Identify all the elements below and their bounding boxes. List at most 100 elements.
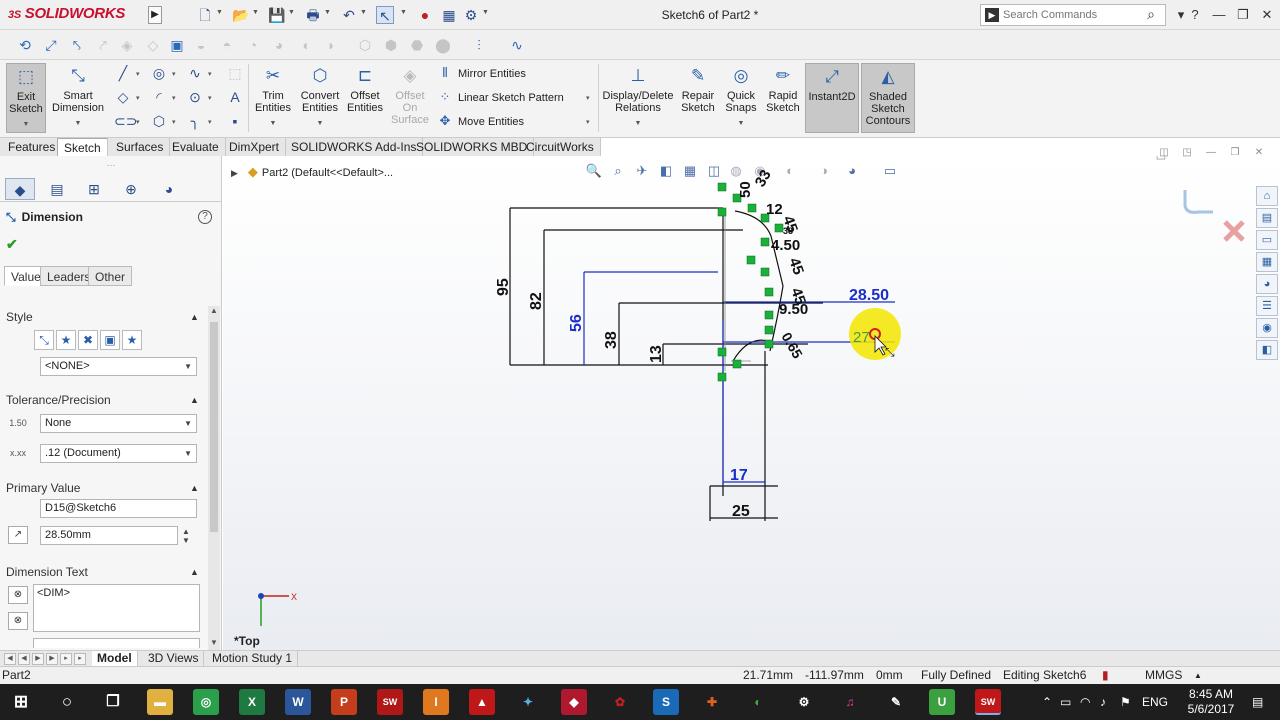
spline-dropdown-icon[interactable]: ▾ bbox=[208, 70, 212, 78]
rebuild-status-icon[interactable]: ▮ bbox=[1102, 667, 1109, 684]
smart-dimension-button[interactable]: ⤡ Smart Dimension ▼ bbox=[50, 63, 106, 133]
value-spinner-icon[interactable]: ▲ ▼ bbox=[182, 527, 190, 545]
sketch-tool-4-icon[interactable]: ⤤ bbox=[94, 36, 112, 54]
sketch-canvas[interactable]: 95 82 56 38 13 17 25 28.50 33 50 12 45 3… bbox=[223, 156, 1280, 650]
line-dropdown-icon[interactable]: ▾ bbox=[136, 70, 140, 78]
itunes-taskbar-icon[interactable]: ♫ bbox=[837, 689, 863, 715]
app-red-taskbar-icon[interactable]: ◆ bbox=[561, 689, 587, 715]
instant2d-button[interactable]: ⤢ Instant2D bbox=[805, 63, 859, 133]
sketch-tool-12-icon[interactable]: ◖ bbox=[296, 36, 314, 54]
viewport-close-icon[interactable]: ✕ bbox=[1250, 144, 1268, 162]
sketch-icon[interactable]: ⟲ bbox=[16, 36, 34, 54]
circle-icon[interactable]: ◎ bbox=[150, 64, 168, 82]
skype-taskbar-icon[interactable]: S bbox=[653, 689, 679, 715]
tab-other[interactable]: Other bbox=[88, 266, 133, 286]
quick-snaps-button[interactable]: ◎ Quick Snaps ▼ bbox=[722, 63, 760, 133]
new-dropdown-icon[interactable]: ▼ bbox=[216, 9, 223, 16]
style-collapse-icon[interactable]: ▲ bbox=[190, 312, 199, 322]
undo-dropdown-icon[interactable]: ▼ bbox=[360, 9, 367, 16]
precision-select[interactable]: .12 (Document) ▼ bbox=[40, 444, 197, 463]
tab-features[interactable]: Features bbox=[2, 138, 63, 156]
network-icon[interactable]: ▭ bbox=[1060, 695, 1071, 709]
app-i-taskbar-icon[interactable]: I bbox=[423, 689, 449, 715]
solidworks-resources-icon[interactable]: ⌂ bbox=[1256, 186, 1278, 206]
exit-sketch-button[interactable]: ⬚ Exit Sketch ▼ bbox=[6, 63, 46, 133]
point-icon[interactable]: ▪ bbox=[226, 112, 244, 130]
offset-on-surface-button[interactable]: ◈ Offset On Surface bbox=[390, 63, 430, 133]
forum-icon[interactable]: ◉ bbox=[1256, 318, 1278, 338]
shaded-sketch-contours-button[interactable]: ◭ Shaded Sketch Contours bbox=[861, 63, 915, 133]
save-dropdown-icon[interactable]: ▼ bbox=[288, 9, 295, 16]
tab-next-icon[interactable]: ▶ bbox=[32, 653, 44, 665]
select-cursor-icon[interactable]: ↖ bbox=[376, 6, 394, 24]
units-dropdown-icon[interactable]: ▲ bbox=[1194, 667, 1202, 684]
panel-grip[interactable]: ⋯ bbox=[0, 156, 222, 174]
app-u-taskbar-icon[interactable]: U bbox=[929, 689, 955, 715]
new-document-icon[interactable]: 🗋 bbox=[196, 6, 214, 24]
sketch-tool-18-icon[interactable]: ⫶ bbox=[470, 36, 488, 54]
save-style-icon[interactable]: ▣ bbox=[100, 330, 120, 350]
open-icon[interactable]: 📂 bbox=[232, 6, 250, 24]
viewport-tile2-icon[interactable]: ◳ bbox=[1178, 144, 1196, 162]
restore-icon[interactable]: ❐ bbox=[1234, 6, 1252, 24]
rectangle-icon[interactable]: ◇ bbox=[114, 88, 132, 106]
search-icon[interactable]: ⌕ bbox=[1147, 6, 1155, 23]
file-properties-icon[interactable]: ▦ bbox=[440, 6, 458, 24]
tab-first-icon[interactable]: ◀ bbox=[4, 653, 16, 665]
circle-dropdown-icon[interactable]: ▾ bbox=[172, 70, 176, 78]
configuration-manager-tab-icon[interactable]: ⊞ bbox=[79, 178, 109, 200]
convert-entities-button[interactable]: ⬡ Convert Entities ▼ bbox=[298, 63, 342, 133]
display-delete-relations-button[interactable]: ⊥ Display/Delete Relations ▼ bbox=[602, 63, 674, 133]
sketch-tool-5-icon[interactable]: ◈ bbox=[118, 36, 136, 54]
windows-start-icon[interactable]: ⊞ bbox=[8, 689, 34, 715]
polygon-dropdown-icon[interactable]: ▾ bbox=[172, 118, 176, 126]
primary-value-collapse-icon[interactable]: ▲ bbox=[190, 483, 199, 493]
feature-manager-tab-icon[interactable]: ◆ bbox=[5, 178, 35, 200]
confirmation-corner[interactable] bbox=[1183, 190, 1245, 242]
help-icon[interactable]: ? bbox=[198, 210, 212, 224]
tab-model[interactable]: Model bbox=[92, 651, 138, 667]
file-explorer-icon[interactable]: ▭ bbox=[1256, 230, 1278, 250]
fillet-icon[interactable]: ╮ bbox=[186, 112, 204, 130]
app-flower-taskbar-icon[interactable]: ✿ bbox=[607, 689, 633, 715]
chat-icon[interactable]: ◧ bbox=[1256, 340, 1278, 360]
spline-icon[interactable]: ∿ bbox=[186, 64, 204, 82]
pm-scrollbar[interactable]: ▲ ▼ bbox=[208, 306, 220, 650]
repair-sketch-button[interactable]: ✎ Repair Sketch bbox=[678, 63, 718, 133]
scroll-down-icon[interactable]: ▼ bbox=[208, 638, 220, 650]
sketch-tool-6-icon[interactable]: ◇ bbox=[144, 36, 162, 54]
polygon-icon[interactable]: ⬡ bbox=[150, 112, 168, 130]
word-taskbar-icon[interactable]: W bbox=[285, 689, 311, 715]
action-center-icon[interactable]: ▤ bbox=[1252, 695, 1263, 709]
arc-dropdown-icon[interactable]: ▾ bbox=[172, 94, 176, 102]
sketch-tool-2-icon[interactable]: ⤢ bbox=[42, 36, 60, 54]
viewport-minimize-icon[interactable]: — bbox=[1202, 144, 1220, 162]
dimension-text-field-2[interactable] bbox=[33, 638, 200, 648]
options-dropdown-icon[interactable]: ▼ bbox=[482, 9, 489, 16]
trim-entities-button[interactable]: ✂ Trim Entities ▼ bbox=[252, 63, 294, 133]
property-manager-tab-icon[interactable]: ▤ bbox=[42, 178, 72, 200]
tab-3d-views[interactable]: 3D Views bbox=[143, 651, 205, 667]
ellipse-dropdown-icon[interactable]: ▾ bbox=[208, 94, 212, 102]
close-icon[interactable]: ✕ bbox=[1258, 6, 1276, 24]
file-explorer-taskbar-icon[interactable]: ▬ bbox=[147, 689, 173, 715]
sketch-tool-11-icon[interactable]: ◕ bbox=[270, 36, 288, 54]
task-view-icon[interactable]: ❐ bbox=[100, 689, 126, 715]
spline-tool-icon[interactable]: ∿ bbox=[508, 36, 526, 54]
tab-evaluate[interactable]: Evaluate bbox=[166, 138, 226, 156]
tab-last-icon[interactable]: ▶ bbox=[46, 653, 58, 665]
tolerance-collapse-icon[interactable]: ▲ bbox=[190, 395, 199, 405]
custom-properties-icon[interactable]: ☰ bbox=[1256, 296, 1278, 316]
tab-prev-icon[interactable]: ◀ bbox=[18, 653, 30, 665]
tab-motion-study[interactable]: Motion Study 1 bbox=[207, 651, 299, 667]
wifi-icon[interactable]: ◠ bbox=[1080, 695, 1090, 709]
design-library-icon[interactable]: ▤ bbox=[1256, 208, 1278, 228]
print-dropdown-icon[interactable]: ▼ bbox=[324, 9, 331, 16]
solidworks-2017-taskbar-icon[interactable]: SW bbox=[377, 689, 403, 715]
sketch-outline[interactable] bbox=[509, 207, 823, 521]
app-tools-taskbar-icon[interactable]: ✚ bbox=[699, 689, 725, 715]
tab-sketch[interactable]: Sketch bbox=[57, 138, 108, 156]
status-units[interactable]: MMGS bbox=[1145, 667, 1182, 684]
volume-icon[interactable]: ♪ bbox=[1100, 695, 1106, 709]
undo-icon[interactable]: ↶ bbox=[340, 6, 358, 24]
